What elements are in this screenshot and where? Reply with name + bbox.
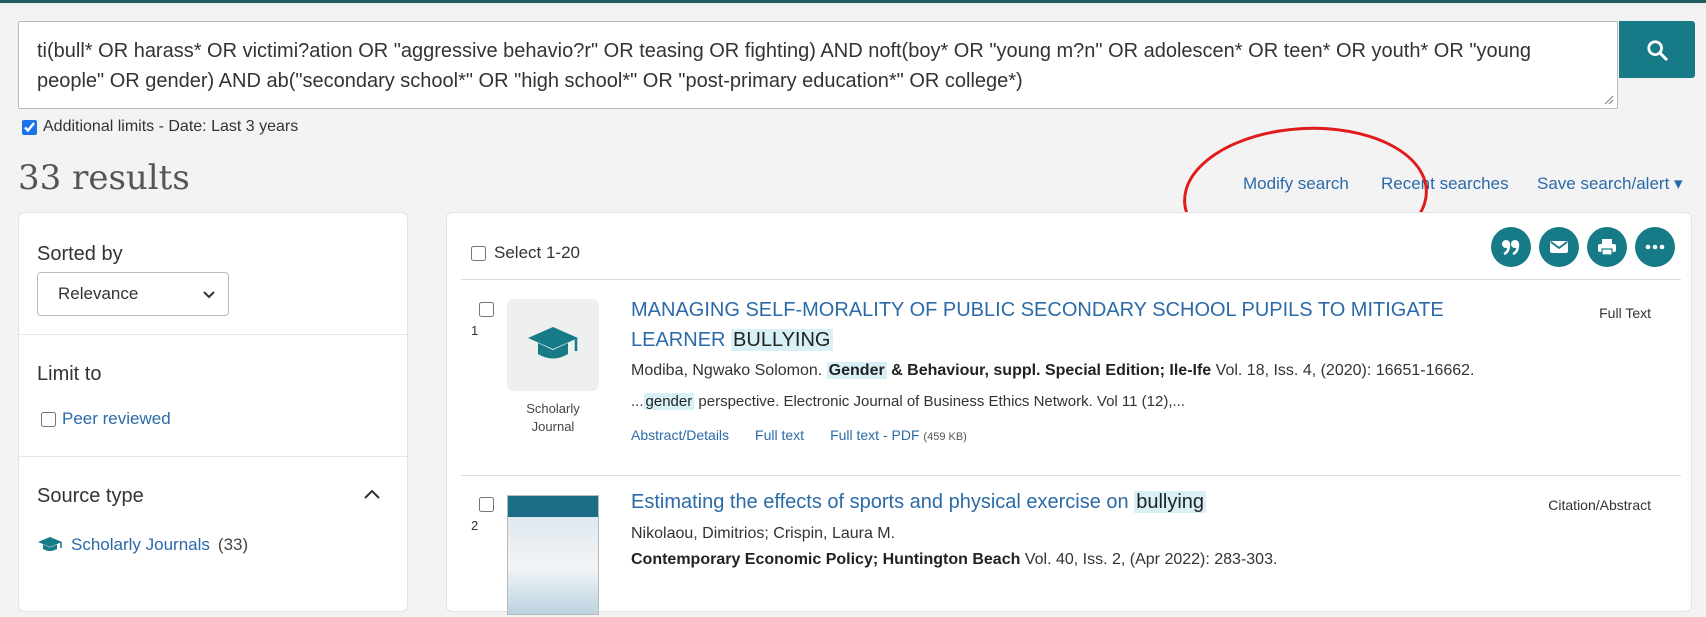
scholarly-journal-thumbnail[interactable]: [507, 299, 599, 391]
result-tools: [1491, 227, 1675, 267]
result-item: 1 Scholarly Journal MANAGING SELF-MORALI…: [447, 279, 1691, 475]
result-pub-highlight: Gender: [826, 362, 887, 379]
search-button[interactable]: [1619, 21, 1695, 78]
result-number: 2: [471, 518, 479, 533]
source-type-scholarly-journals[interactable]: Scholarly Journals (33): [37, 535, 248, 555]
more-options-button[interactable]: [1635, 227, 1675, 267]
thumbnail-label-line1: Scholarly: [526, 401, 580, 416]
peer-reviewed-checkbox[interactable]: [41, 411, 56, 427]
result-citation: Contemporary Economic Policy; Huntington…: [631, 551, 1277, 569]
filter-sidebar: Sorted by Relevance Limit to Peer review…: [18, 212, 408, 612]
email-button[interactable]: [1539, 227, 1579, 267]
sorted-by-label: Sorted by: [37, 243, 123, 265]
chevron-down-icon: [203, 291, 215, 299]
result-snippet: ... gender perspective. Electronic Journa…: [631, 393, 1185, 410]
save-search-alert-link[interactable]: Save search/alert ▾: [1537, 174, 1683, 194]
result-citation: Modiba, Ngwako Solomon. Gender & Behavio…: [631, 362, 1475, 380]
result-type: Citation/Abstract: [1548, 497, 1651, 513]
snippet-prefix: ...: [631, 393, 644, 410]
source-type-count: (33): [217, 535, 249, 554]
results-count: 33 results: [18, 158, 190, 198]
result-item: 2 Estimating the effects of sports and p…: [447, 475, 1691, 615]
search-query-text: ti(bull* OR harass* OR victimi?ation OR …: [37, 40, 1531, 92]
pdf-size: (459 KB): [923, 431, 967, 443]
modify-search-link[interactable]: Modify search: [1243, 174, 1349, 194]
result-type: Full Text: [1599, 305, 1651, 321]
abstract-details-link[interactable]: Abstract/Details: [631, 427, 729, 443]
resize-grip-icon[interactable]: [1602, 93, 1614, 105]
result-pub-details: Vol. 18, Iss. 4, (2020): 16651-16662.: [1215, 362, 1475, 379]
select-all[interactable]: Select 1-20: [471, 243, 580, 263]
journal-cover-thumbnail[interactable]: [507, 495, 599, 615]
result-checkbox[interactable]: [479, 497, 494, 512]
additional-limits-checkbox[interactable]: [22, 119, 37, 135]
select-all-checkbox[interactable]: [471, 245, 486, 261]
ellipsis-icon: [1645, 244, 1665, 250]
peer-reviewed-filter[interactable]: Peer reviewed: [41, 409, 171, 429]
limit-to-label: Limit to: [37, 363, 102, 385]
result-publication: & Behaviour, suppl. Special Edition; Ile…: [891, 362, 1212, 379]
graduation-cap-icon: [528, 327, 578, 359]
result-title-text: Estimating the effects of sports and phy…: [631, 491, 1129, 513]
quote-icon: [1502, 240, 1520, 256]
sort-section: Sorted by Relevance: [19, 213, 407, 335]
cite-button[interactable]: [1491, 227, 1531, 267]
thumbnail-label-line2: Journal: [531, 419, 575, 434]
snippet-highlight: gender: [643, 393, 695, 410]
result-number: 1: [471, 323, 479, 338]
printer-icon: [1598, 239, 1616, 256]
sort-select[interactable]: Relevance: [37, 272, 229, 316]
result-title-highlight: bullying: [1134, 491, 1207, 513]
recent-searches-link[interactable]: Recent searches: [1381, 174, 1509, 194]
additional-limits[interactable]: Additional limits - Date: Last 3 years: [22, 118, 298, 136]
graduation-cap-icon: [38, 537, 62, 551]
sort-select-value: Relevance: [58, 284, 139, 303]
additional-limits-label: Additional limits - Date: Last 3 years: [43, 118, 299, 135]
source-type-section: Source type Scholarly Journals (33): [19, 457, 407, 617]
result-author: Modiba, Ngwako Solomon.: [631, 362, 823, 379]
search-query-textarea[interactable]: ti(bull* OR harass* OR victimi?ation OR …: [18, 21, 1618, 109]
result-links: Abstract/Details Full text Full text - P…: [631, 427, 967, 443]
result-authors: Nikolaou, Dimitrios; Crispin, Laura M.: [631, 525, 896, 542]
result-title-link[interactable]: Estimating the effects of sports and phy…: [631, 487, 1511, 517]
chevron-up-icon[interactable]: [363, 487, 381, 501]
full-text-link[interactable]: Full text: [755, 427, 804, 443]
limit-section: Limit to Peer reviewed: [19, 335, 407, 457]
source-type-label: Source type: [37, 485, 144, 507]
results-panel: Select 1-20 1 Scholarly Journal MANAGING…: [446, 212, 1692, 615]
search-icon: [1647, 39, 1668, 61]
select-all-label: Select 1-20: [494, 243, 580, 262]
result-pub-details: Vol. 40, Iss. 2, (Apr 2022): 283-303.: [1024, 551, 1278, 568]
snippet-text: perspective. Electronic Journal of Busin…: [698, 393, 1186, 410]
result-title-highlight: BULLYING: [731, 329, 833, 351]
result-checkbox[interactable]: [479, 302, 494, 317]
result-title-link[interactable]: MANAGING SELF-MORALITY OF PUBLIC SECONDA…: [631, 295, 1511, 355]
result-publication: Contemporary Economic Policy; Huntington…: [631, 551, 1021, 568]
full-text-pdf-label: Full text - PDF: [830, 427, 920, 443]
peer-reviewed-label: Peer reviewed: [62, 409, 171, 428]
full-text-pdf-link[interactable]: Full text - PDF (459 KB): [830, 427, 967, 443]
print-button[interactable]: [1587, 227, 1627, 267]
envelope-icon: [1550, 241, 1568, 253]
thumbnail-label: Scholarly Journal: [503, 400, 603, 436]
source-type-item-label: Scholarly Journals: [71, 535, 210, 554]
top-border: [0, 0, 1706, 6]
